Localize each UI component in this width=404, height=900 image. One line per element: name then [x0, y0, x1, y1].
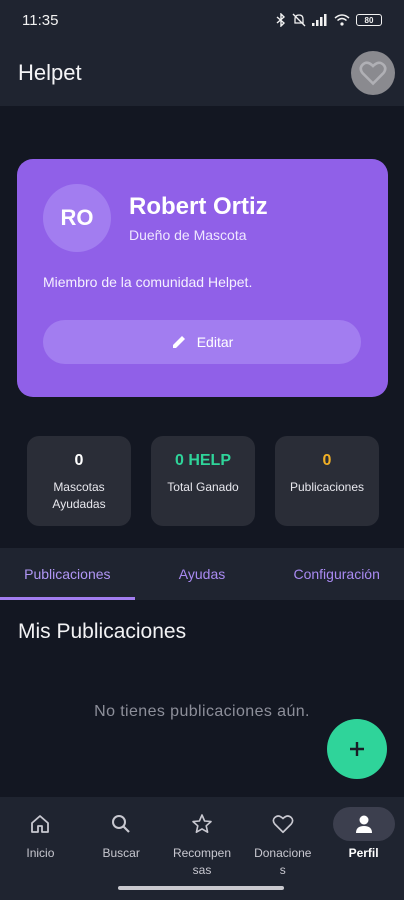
- edit-button[interactable]: Editar: [43, 320, 361, 364]
- bluetooth-icon: [276, 13, 286, 27]
- nav-icon-wrap: [9, 807, 71, 841]
- stats-row: 0 Mascotas Ayudadas 0 HELP Total Ganado …: [27, 436, 379, 526]
- nav-label: Perfil: [348, 846, 379, 860]
- section-title: Mis Publicaciones: [18, 620, 187, 643]
- home-icon: [31, 815, 50, 833]
- add-button[interactable]: [327, 719, 387, 779]
- heart-icon: [359, 61, 387, 86]
- stat-value: 0 HELP: [174, 452, 231, 469]
- plus-icon: [350, 742, 364, 756]
- star-icon: [192, 814, 212, 833]
- tab-ayudas[interactable]: Ayudas: [135, 548, 270, 600]
- app-bar: Helpet: [0, 40, 404, 106]
- status-icons: 80: [276, 13, 382, 27]
- profile-info: Robert Ortiz Dueño de Mascota: [129, 193, 268, 243]
- home-indicator[interactable]: [118, 886, 284, 890]
- mute-bell-icon: [292, 13, 306, 27]
- pencil-icon: [172, 336, 185, 348]
- profile-card: RO Robert Ortiz Dueño de Mascota Miembro…: [17, 159, 388, 397]
- nav-label: Buscar: [102, 846, 140, 860]
- stat-mascotas: 0 Mascotas Ayudadas: [27, 436, 131, 526]
- profile-description: Miembro de la comunidad Helpet.: [43, 274, 253, 290]
- edit-button-label: Editar: [196, 334, 234, 350]
- app-title: Helpet: [18, 60, 82, 85]
- status-bar: 11:35 80: [0, 0, 404, 40]
- nav-icon-wrap: [252, 807, 314, 841]
- nav-icon-wrap: [90, 807, 152, 841]
- stat-value: 0: [74, 452, 84, 469]
- battery-icon: 80: [356, 14, 382, 26]
- stat-label: Total Ganado: [167, 480, 239, 494]
- profile-role: Dueño de Mascota: [129, 227, 247, 243]
- heart-icon: [272, 815, 294, 834]
- stat-value: 0: [322, 452, 332, 469]
- stat-total: 0 HELP Total Ganado: [151, 436, 255, 526]
- app-avatar[interactable]: [351, 51, 395, 95]
- tab-publicaciones[interactable]: Publicaciones: [0, 548, 135, 600]
- avatar: RO: [43, 184, 111, 252]
- nav-item-perfil[interactable]: Perfil: [323, 807, 404, 900]
- profile-header: RO Robert Ortiz Dueño de Mascota: [43, 184, 362, 252]
- empty-state-text: No tienes publicaciones aún.: [94, 703, 310, 720]
- stat-label: Publicaciones: [289, 480, 365, 494]
- nav-label: Recompensas: [172, 846, 231, 877]
- nav-item-inicio[interactable]: Inicio: [0, 807, 81, 900]
- nav-label: Inicio: [26, 846, 55, 860]
- search-icon: [112, 815, 130, 833]
- stat-publicaciones: 0 Publicaciones: [275, 436, 379, 526]
- nav-label: Donaciones: [254, 846, 312, 877]
- stat-label: Mascotas Ayudadas: [52, 480, 106, 511]
- person-icon: [355, 815, 372, 833]
- tab-configuracion[interactable]: Configuración: [269, 548, 404, 600]
- profile-name: Robert Ortiz: [129, 193, 268, 220]
- bottom-nav: Inicio Buscar Recompensas Donaciones Per…: [0, 797, 404, 900]
- wifi-icon: [334, 14, 350, 26]
- tab-bar: Publicaciones Ayudas Configuración: [0, 548, 404, 600]
- nav-icon-wrap: [332, 807, 395, 841]
- signal-icon: [312, 14, 327, 26]
- status-time: 11:35: [22, 11, 59, 29]
- nav-icon-wrap: [171, 807, 233, 841]
